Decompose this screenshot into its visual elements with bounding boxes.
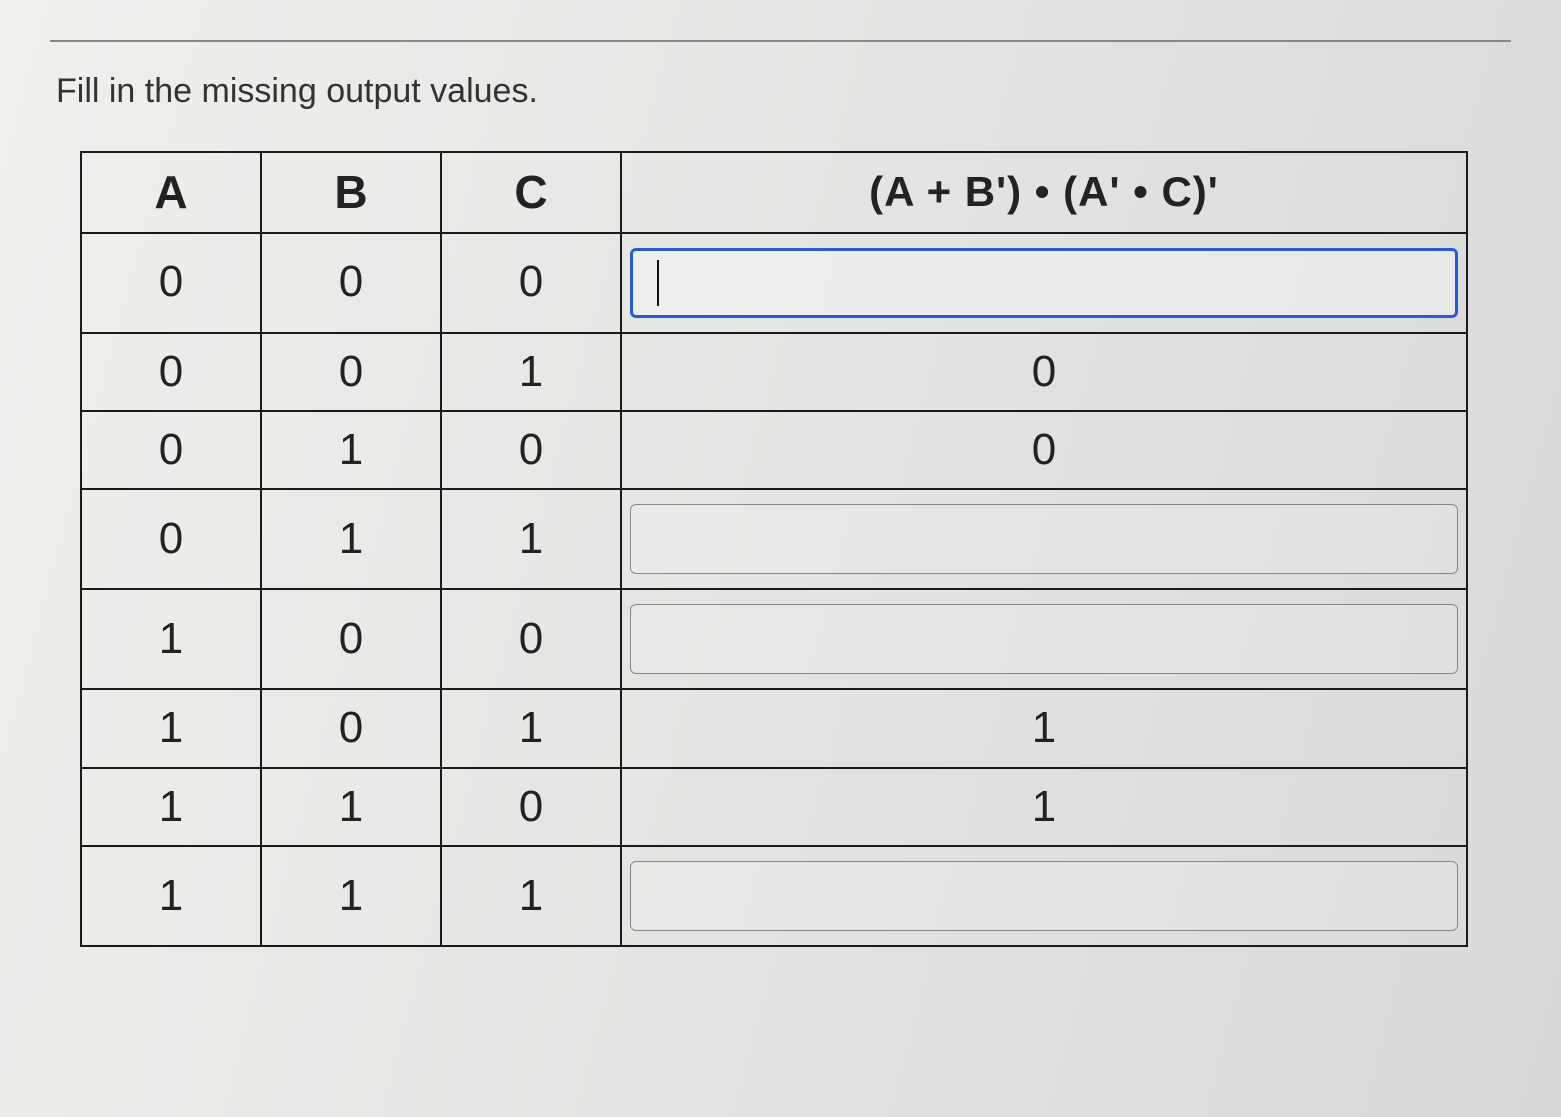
- cell-b: 0: [261, 689, 441, 767]
- output-value: 1: [1032, 782, 1056, 831]
- cell-a: 0: [81, 333, 261, 411]
- cell-a: 0: [81, 233, 261, 333]
- header-output-expression: (A + B') • (A' • C)': [621, 152, 1467, 233]
- cell-output: [621, 589, 1467, 689]
- cell-a: 0: [81, 489, 261, 589]
- table-row: 1011: [81, 689, 1467, 767]
- output-input-field[interactable]: [630, 604, 1458, 674]
- cell-b: 1: [261, 411, 441, 489]
- output-input[interactable]: [631, 605, 1457, 673]
- output-value: 0: [1032, 425, 1056, 474]
- cell-c: 0: [441, 768, 621, 846]
- cell-output: [621, 233, 1467, 333]
- cell-c: 1: [441, 689, 621, 767]
- cell-a: 1: [81, 846, 261, 946]
- table-row: 0010: [81, 333, 1467, 411]
- output-input-field[interactable]: [630, 861, 1458, 931]
- cell-c: 1: [441, 846, 621, 946]
- cell-a: 1: [81, 589, 261, 689]
- table-row: 100: [81, 589, 1467, 689]
- cell-output: 0: [621, 333, 1467, 411]
- cell-output: 1: [621, 768, 1467, 846]
- cell-b: 0: [261, 233, 441, 333]
- cell-b: 0: [261, 333, 441, 411]
- cell-output: [621, 846, 1467, 946]
- cell-b: 1: [261, 768, 441, 846]
- cell-a: 0: [81, 411, 261, 489]
- text-cursor: [657, 260, 659, 306]
- divider-line: [50, 40, 1511, 42]
- table-header-row: A B C (A + B') • (A' • C)': [81, 152, 1467, 233]
- output-input[interactable]: [631, 505, 1457, 573]
- output-value: 1: [1032, 703, 1056, 752]
- output-input-field[interactable]: [630, 248, 1458, 318]
- cell-c: 0: [441, 411, 621, 489]
- output-value: 0: [1032, 347, 1056, 396]
- table-row: 1101: [81, 768, 1467, 846]
- header-c: C: [441, 152, 621, 233]
- cell-output: 1: [621, 689, 1467, 767]
- cell-b: 1: [261, 846, 441, 946]
- cell-output: [621, 489, 1467, 589]
- instruction-text: Fill in the missing output values.: [56, 72, 1511, 111]
- cell-a: 1: [81, 768, 261, 846]
- cell-a: 1: [81, 689, 261, 767]
- cell-c: 1: [441, 333, 621, 411]
- cell-c: 1: [441, 489, 621, 589]
- worksheet-page: Fill in the missing output values. A B C…: [0, 0, 1561, 1117]
- header-a: A: [81, 152, 261, 233]
- truth-table: A B C (A + B') • (A' • C)' 0000010010001…: [80, 151, 1468, 947]
- cell-c: 0: [441, 589, 621, 689]
- output-input-field[interactable]: [630, 504, 1458, 574]
- cell-c: 0: [441, 233, 621, 333]
- header-b: B: [261, 152, 441, 233]
- table-row: 000: [81, 233, 1467, 333]
- table-row: 111: [81, 846, 1467, 946]
- table-row: 011: [81, 489, 1467, 589]
- cell-b: 0: [261, 589, 441, 689]
- cell-output: 0: [621, 411, 1467, 489]
- table-row: 0100: [81, 411, 1467, 489]
- output-input[interactable]: [631, 862, 1457, 930]
- cell-b: 1: [261, 489, 441, 589]
